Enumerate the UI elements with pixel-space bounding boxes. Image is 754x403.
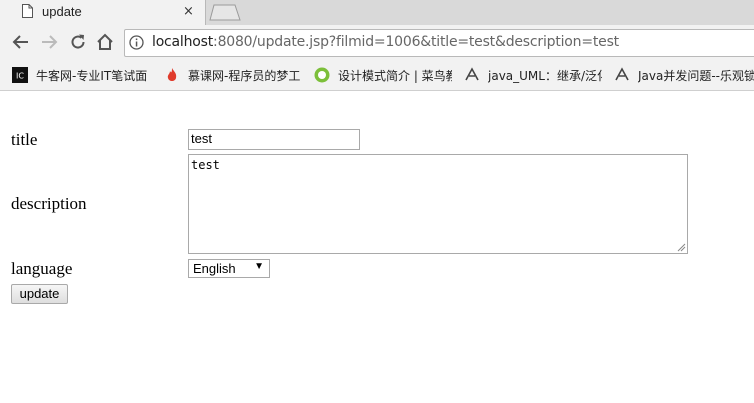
title-label: title <box>11 130 38 149</box>
address-bar[interactable]: localhost:8080/update.jsp?filmid=1006&ti… <box>124 29 754 57</box>
bookmark-label: 设计模式简介 | 菜鸟教 <box>338 69 452 83</box>
language-value: English <box>193 261 236 276</box>
resize-handle-icon[interactable] <box>677 243 686 252</box>
description-text: test <box>191 158 220 172</box>
bookmark-label: 慕课网-程序员的梦工 <box>188 69 300 83</box>
back-arrow-icon[interactable] <box>12 33 30 51</box>
update-button[interactable]: update <box>11 284 68 304</box>
bookmark-label: 牛客网-专业IT笔试面 <box>36 69 148 83</box>
url-path: :8080/update.jsp?filmid=1006&title=test&… <box>213 34 619 50</box>
description-textarea[interactable]: test <box>188 154 688 254</box>
bookmark-label: java_UML：继承/泛化 <box>488 69 602 83</box>
reload-icon[interactable] <box>69 33 87 51</box>
new-tab-button[interactable] <box>209 4 241 21</box>
bookmark-item[interactable]: IC 牛客网-专业IT笔试面 <box>12 60 150 90</box>
info-icon[interactable] <box>129 35 144 50</box>
language-select[interactable]: English ▼ <box>188 259 270 278</box>
dropdown-arrow-icon: ▼ <box>254 261 264 272</box>
tab-title: update <box>42 4 82 19</box>
imooc-flame-icon <box>167 68 177 81</box>
tab-update[interactable]: update × <box>0 0 206 25</box>
bookmark-label: Java并发问题--乐观锁 <box>638 69 754 83</box>
document-icon <box>22 4 33 18</box>
svg-text:IC: IC <box>16 72 24 81</box>
address-url[interactable]: localhost:8080/update.jsp?filmid=1006&ti… <box>152 34 619 50</box>
browser-toolbar: localhost:8080/update.jsp?filmid=1006&ti… <box>0 25 754 60</box>
nowcoder-icon: IC <box>12 67 28 83</box>
bookmark-item[interactable]: 慕课网-程序员的梦工 <box>164 60 300 90</box>
language-label: language <box>11 259 73 278</box>
url-host: localhost <box>152 34 214 50</box>
bookmark-item[interactable]: java_UML：继承/泛化 <box>464 60 602 90</box>
bookmark-item[interactable]: 设计模式简介 | 菜鸟教 <box>314 60 452 90</box>
csdn-icon <box>465 67 479 81</box>
bookmarks-bar: IC 牛客网-专业IT笔试面 慕课网-程序员的梦工 设计模式简介 | 菜鸟教 j… <box>0 60 754 91</box>
forward-arrow-icon[interactable] <box>40 33 58 51</box>
title-input[interactable]: test <box>188 129 360 150</box>
bookmark-item[interactable]: Java并发问题--乐观锁 <box>614 60 754 90</box>
description-label: description <box>11 194 87 213</box>
csdn-icon <box>615 67 629 81</box>
tab-strip: update × <box>0 0 754 25</box>
runoob-icon <box>314 67 330 83</box>
close-tab-icon[interactable]: × <box>183 4 194 19</box>
home-icon[interactable] <box>96 33 114 51</box>
